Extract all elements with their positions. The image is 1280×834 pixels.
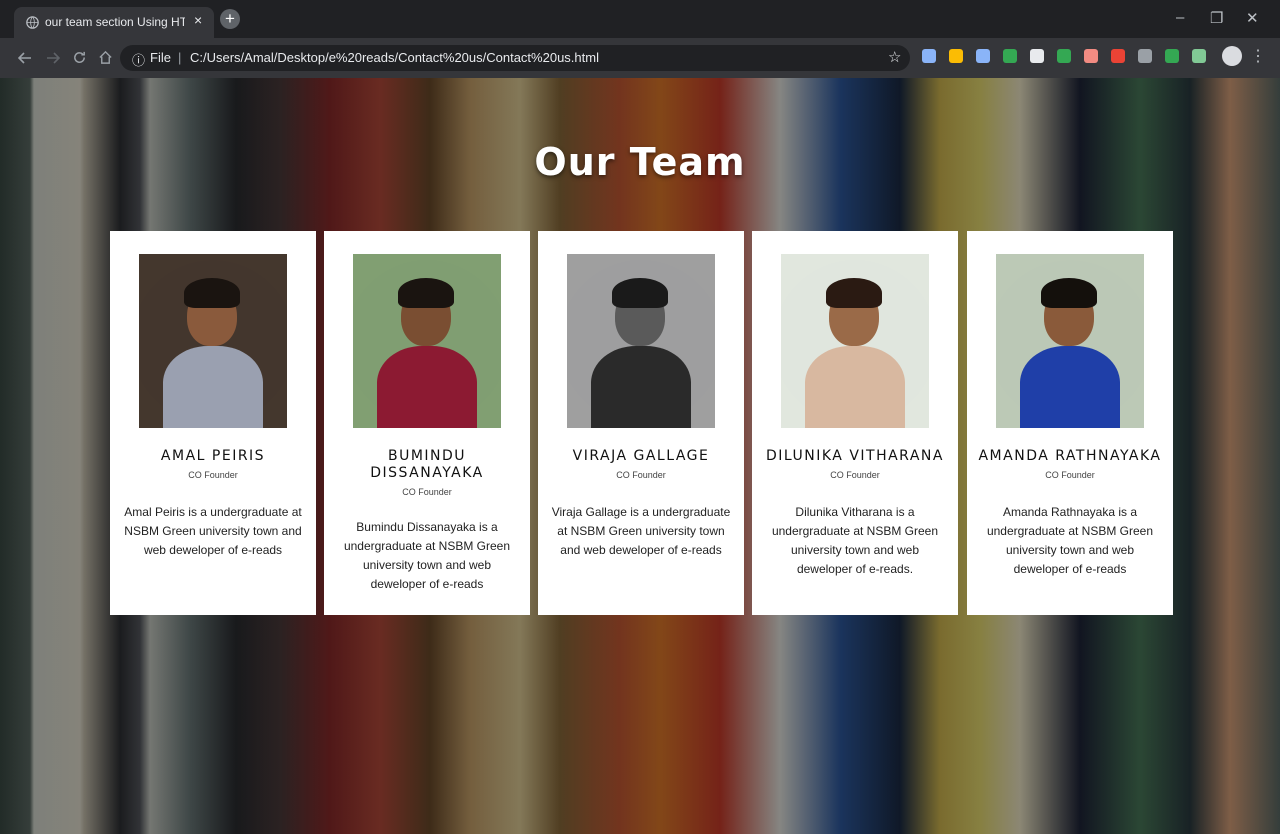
bookmark-star-icon[interactable]: ☆ — [888, 48, 901, 66]
extension-icon[interactable] — [1192, 49, 1206, 63]
team-card: VIRAJA GALLAGE CO Founder Viraja Gallage i… — [538, 231, 744, 615]
member-description: Dilunika Vitharana is a undergraduate at… — [771, 505, 939, 576]
extension-icon[interactable] — [1057, 49, 1071, 63]
extension-icon[interactable] — [1111, 49, 1125, 63]
member-description: Viraja Gallage is a undergraduate at NSB… — [551, 505, 731, 557]
extension-icon[interactable] — [1165, 49, 1179, 63]
member-photo — [781, 254, 929, 428]
browser-tab[interactable]: our team section Using HTML an × — [14, 7, 214, 38]
member-role: CO Founder — [402, 487, 452, 497]
member-name: VIRAJA GALLAGE — [572, 448, 710, 464]
kebab-menu-icon[interactable]: ⋮ — [1250, 46, 1266, 66]
page-title: Our Team — [534, 140, 746, 184]
url-scheme-label: File — [150, 50, 171, 65]
globe-icon — [26, 16, 39, 29]
extension-icon[interactable] — [1084, 49, 1098, 63]
team-card: AMANDA RATHNAYAKA CO Founder Amanda Rathna… — [967, 231, 1173, 615]
member-photo — [567, 254, 715, 428]
url-text[interactable]: C:/Users/Amal/Desktop/e%20reads/Contact%… — [190, 50, 599, 65]
extension-icon[interactable] — [976, 49, 990, 63]
member-role: CO Founder — [188, 470, 238, 480]
close-window-button[interactable]: ✕ — [1246, 9, 1259, 27]
info-icon[interactable]: ⓘ — [132, 50, 145, 69]
member-role: CO Founder — [1045, 470, 1095, 480]
tab-close-icon[interactable]: × — [194, 12, 202, 28]
member-description: Bumindu Dissanayaka is a undergraduate a… — [343, 520, 511, 591]
extension-icon[interactable] — [922, 49, 936, 63]
minimize-button[interactable]: – — [1176, 9, 1184, 26]
new-tab-button[interactable]: + — [220, 9, 240, 29]
maximize-button[interactable]: ❐ — [1210, 9, 1223, 27]
extension-icon[interactable] — [1138, 49, 1152, 63]
member-role: CO Founder — [830, 470, 880, 480]
back-icon[interactable] — [18, 51, 32, 65]
member-name: DILUNIKA VITHARANA — [766, 448, 944, 464]
extension-icon[interactable] — [1003, 49, 1017, 63]
page-viewport: Our Team AMAL PEIRIS CO Founder Amal Peiri… — [0, 78, 1280, 834]
profile-avatar[interactable] — [1222, 46, 1242, 66]
member-photo — [139, 254, 287, 428]
member-name: BUMINDU DISSANAYAKA — [370, 448, 484, 481]
browser-titlebar: our team section Using HTML an × + – ❐ ✕ — [0, 0, 1280, 38]
extension-icon[interactable] — [1030, 49, 1044, 63]
address-bar[interactable]: ⓘ File | C:/Users/Amal/Desktop/e%20reads… — [120, 45, 910, 71]
member-description: Amanda Rathnayaka is a undergraduate at … — [986, 505, 1154, 576]
extension-icon[interactable] — [949, 49, 963, 63]
team-card: AMAL PEIRIS CO Founder Amal Peiris is a un… — [110, 231, 316, 615]
team-card: DILUNIKA VITHARANA CO Founder Dilunika Vit… — [752, 231, 958, 615]
home-icon[interactable] — [98, 50, 113, 65]
member-name: AMAL PEIRIS — [160, 448, 266, 464]
reload-icon[interactable] — [72, 50, 87, 65]
member-role: CO Founder — [616, 470, 666, 480]
member-name: AMANDA RATHNAYAKA — [978, 448, 1162, 464]
team-card: BUMINDU DISSANAYAKA CO Founder Bumindu Dis… — [324, 231, 530, 615]
tab-title: our team section Using HTML an — [45, 15, 185, 29]
member-photo — [353, 254, 501, 428]
member-photo — [996, 254, 1144, 428]
member-description: Amal Peiris is a undergraduate at NSBM G… — [124, 505, 302, 557]
forward-icon[interactable] — [46, 51, 60, 65]
url-separator: | — [178, 50, 182, 65]
